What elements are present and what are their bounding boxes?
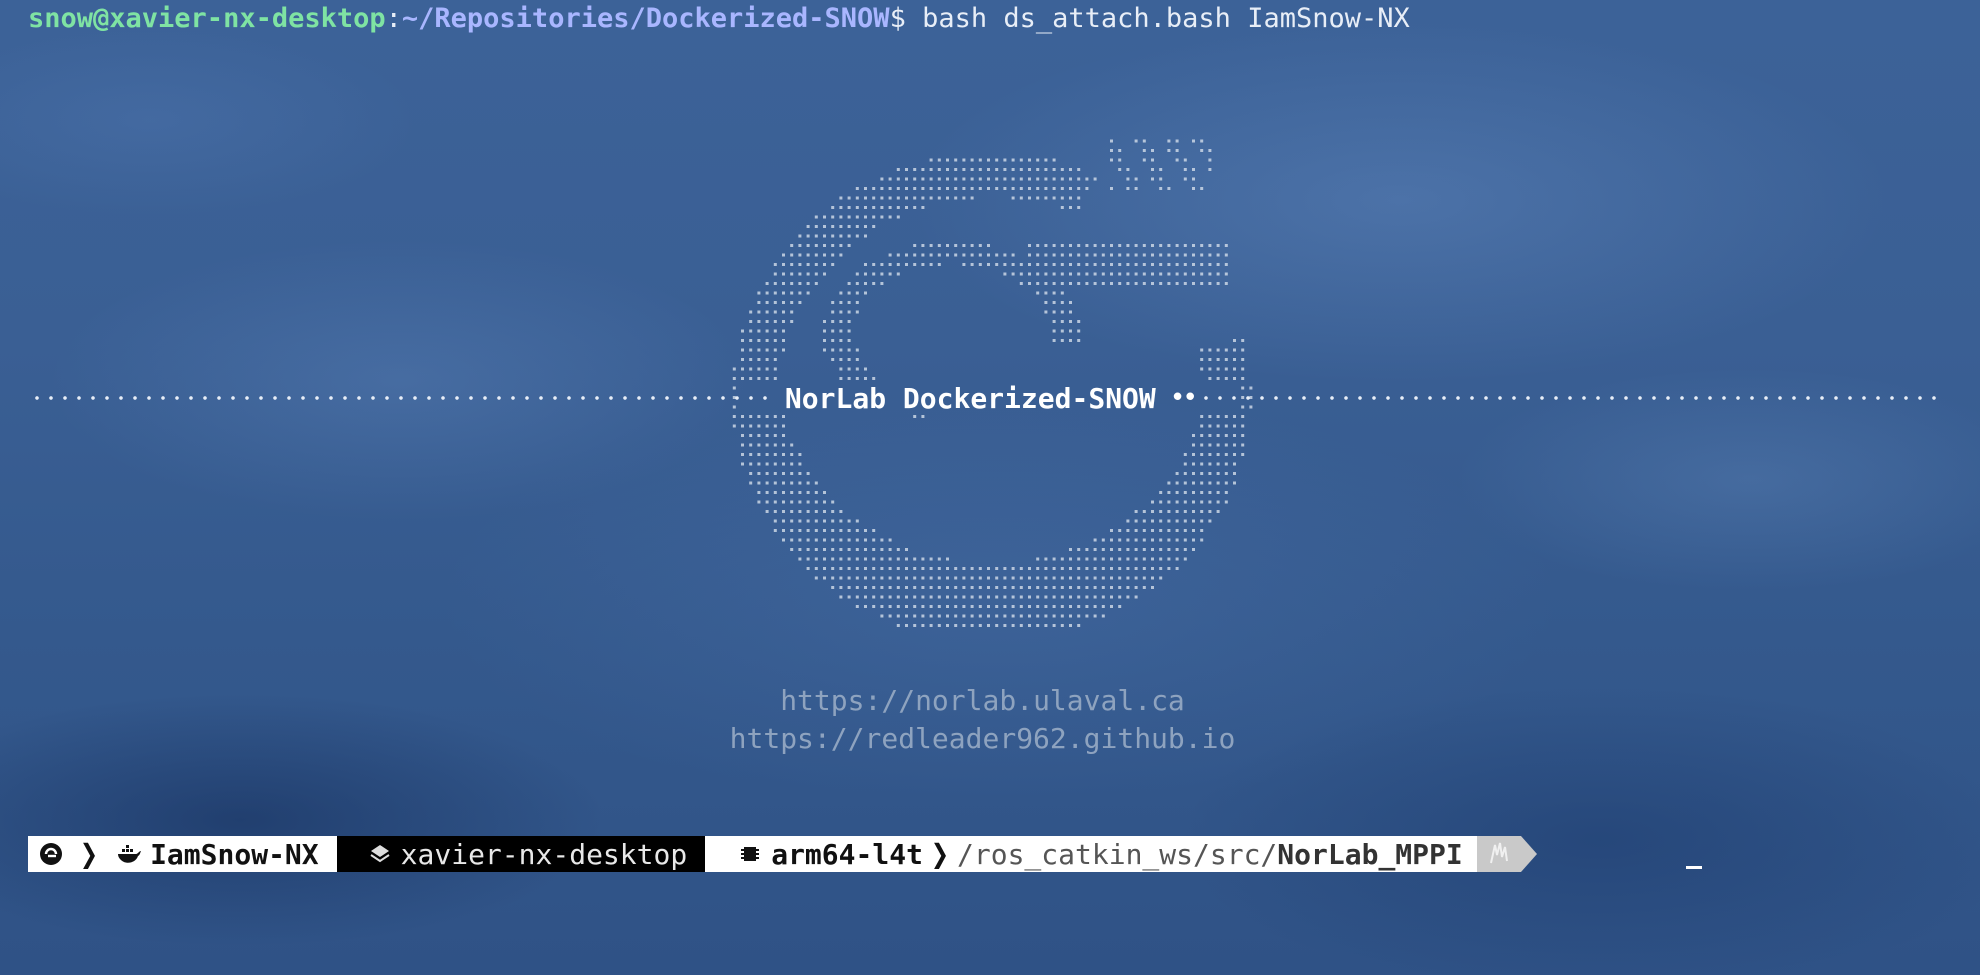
- status-segment-host: xavier-nx-desktop: [336, 836, 706, 872]
- git-branch-icon: [1485, 839, 1515, 869]
- prompt-user-host: snow@xavier-nx-desktop: [28, 3, 386, 34]
- banner-title: NorLab Dockerized-SNOW: [784, 381, 1156, 415]
- powerline-arrow: [1520, 836, 1537, 872]
- path-current: NorLab_MPPI: [1277, 837, 1463, 871]
- host-name: xavier-nx-desktop: [400, 837, 688, 871]
- docker-whale-icon: [114, 839, 144, 869]
- link-redleader[interactable]: https://redleader962.github.io: [0, 722, 1965, 755]
- status-segment-arch: arm64-l4t ❯ /ros_catkin_ws/src/NorLab_MP…: [705, 833, 1477, 875]
- norlab-logo-icon: [36, 839, 66, 869]
- prompt-symbol: $: [889, 3, 906, 34]
- separator-chevron: ❯: [80, 833, 99, 875]
- terminal-prompt-line: snow@xavier-nx-desktop:~/Repositories/Do…: [28, 2, 1410, 36]
- dotted-rule-right: [1199, 396, 1940, 400]
- separator-chevron: ❯: [930, 833, 949, 875]
- chip-icon: [735, 839, 765, 869]
- status-segment-git: [1476, 836, 1521, 872]
- path-prefix: /ros_catkin_ws/src/: [957, 837, 1278, 871]
- banner-line: NorLab Dockerized-SNOW ••: [30, 378, 1940, 418]
- prompt-colon: :: [385, 3, 402, 34]
- arch-name: arm64-l4t: [771, 837, 923, 871]
- link-norlab[interactable]: https://norlab.ulaval.ca: [0, 684, 1965, 717]
- banner-bullets: ••: [1169, 383, 1198, 413]
- status-segment-container: ❯ IamSnow-NX: [28, 833, 337, 875]
- terminal-cursor: [1686, 866, 1702, 869]
- prompt-command: bash ds_attach.bash IamSnow-NX: [905, 3, 1410, 34]
- powerline-status-bar: ❯ IamSnow-NX xavier-nx-desktop arm64-l4t…: [28, 833, 1537, 875]
- container-name: IamSnow-NX: [150, 837, 319, 871]
- dotted-rule-left: [30, 396, 771, 400]
- prompt-path: ~/Repositories/Dockerized-SNOW: [401, 3, 890, 34]
- layers-icon: [365, 839, 395, 869]
